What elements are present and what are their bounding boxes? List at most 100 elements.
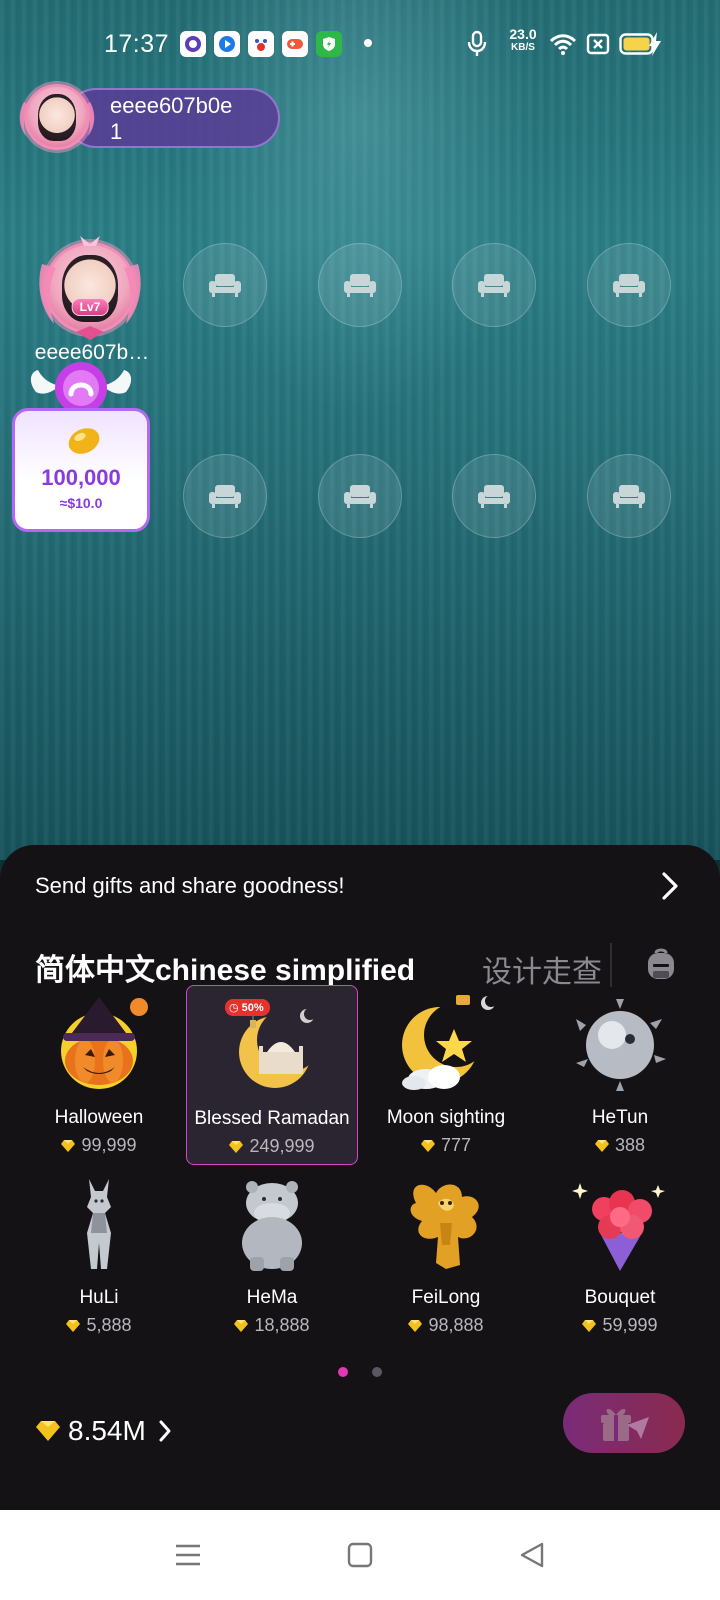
- empty-seat-6[interactable]: [318, 454, 402, 538]
- gift-item-halloween[interactable]: Halloween 99,999: [13, 985, 185, 1165]
- page-dot[interactable]: [372, 1367, 382, 1377]
- tab-divider: [610, 943, 612, 987]
- nav-menu-button[interactable]: [171, 1538, 205, 1572]
- sofa-icon: [344, 485, 376, 508]
- browser-icon: [180, 31, 206, 57]
- promo-text: Send gifts and share goodness!: [35, 873, 345, 898]
- sofa-icon: [613, 274, 645, 297]
- fox-statue-icon: [87, 1179, 111, 1269]
- sofa-icon: [613, 485, 645, 508]
- nav-back-button[interactable]: [515, 1538, 549, 1572]
- gift-price: 59,999: [534, 1315, 706, 1336]
- sale-badge-text: 50%: [241, 1002, 264, 1014]
- diamond-icon: [61, 1140, 76, 1152]
- diamond-icon: [36, 1421, 60, 1441]
- pufferfish-icon: [576, 999, 666, 1091]
- sofa-icon: [478, 274, 510, 297]
- gift-price-value: 59,999: [602, 1315, 658, 1335]
- gift-send-icon: [601, 1408, 649, 1441]
- sofa-icon: [209, 485, 241, 508]
- gift-name: HeTun: [591, 1107, 649, 1128]
- pumpkin-icon: [61, 997, 148, 1089]
- gift-price: 777: [360, 1135, 532, 1156]
- gift-item-moon-sighting[interactable]: Moon sighting 777: [360, 985, 532, 1165]
- host-level-badge: Lv7: [71, 298, 109, 316]
- balance-value: 8.54M: [68, 1415, 146, 1446]
- system-nav-bar: [0, 1510, 720, 1600]
- diamond-icon: [234, 1320, 249, 1332]
- page-dot-active[interactable]: [338, 1367, 348, 1377]
- gift-name: Blessed Ramadan: [194, 1108, 350, 1129]
- page-indicator: [0, 1367, 720, 1379]
- gift-item-bouquet[interactable]: Bouquet 59,999: [534, 1165, 706, 1345]
- diamond-icon: [582, 1320, 597, 1332]
- mic-icon: [467, 30, 487, 56]
- hippo-statue-icon: [242, 1181, 302, 1271]
- charging-icon: [649, 32, 661, 56]
- host-frame-ornament-icon: [39, 236, 141, 340]
- gift-name: Bouquet: [584, 1287, 656, 1308]
- empty-seat-2[interactable]: [318, 243, 402, 327]
- gift-item-feilong[interactable]: FeiLong 98,888: [360, 1165, 532, 1345]
- sofa-icon: [344, 274, 376, 297]
- gift-price: 5,888: [13, 1315, 185, 1336]
- gift-price: 388: [534, 1135, 706, 1156]
- chevron-right-icon: [159, 1420, 171, 1442]
- gift-price-value: 249,999: [249, 1136, 315, 1156]
- gift-price-value: 99,999: [81, 1135, 137, 1155]
- moon-star-icon: [402, 995, 496, 1090]
- balance-button[interactable]: 8.54M: [36, 1411, 172, 1451]
- gift-panel: Send gifts and share goodness! 简体中文chine…: [0, 845, 720, 1513]
- wifi-icon: [549, 34, 577, 55]
- gift-price: 249,999: [187, 1136, 357, 1157]
- send-gift-button[interactable]: [563, 1393, 685, 1453]
- tab-chinese-simplified[interactable]: 简体中文chinese simplified: [35, 945, 415, 989]
- gift-item-hema[interactable]: HeMa 18,888: [186, 1165, 358, 1345]
- security-icon: [316, 31, 342, 57]
- room-owner-chip[interactable]: eeee607b0e 1: [19, 80, 280, 152]
- game-icon: [282, 31, 308, 57]
- player-icon: [214, 31, 240, 57]
- empty-seat-8[interactable]: [587, 454, 671, 538]
- clock-icon: ◷: [229, 1002, 239, 1014]
- gift-name: Moon sighting: [386, 1107, 506, 1128]
- empty-seat-3[interactable]: [452, 243, 536, 327]
- backpack-icon[interactable]: [646, 947, 676, 981]
- home-square-icon: [347, 1542, 373, 1568]
- golden-dragon-icon: [410, 1184, 479, 1269]
- owner-name-line1: eeee607b0e: [110, 93, 233, 118]
- empty-seat-5[interactable]: [183, 454, 267, 538]
- empty-seat-4[interactable]: [587, 243, 671, 327]
- back-triangle-icon: [520, 1542, 544, 1568]
- status-time: 17:37: [104, 30, 170, 58]
- empty-seat-7[interactable]: [452, 454, 536, 538]
- gift-price-value: 777: [440, 1135, 472, 1155]
- promo-banner[interactable]: Send gifts and share goodness!: [0, 845, 720, 925]
- gift-bottom-bar: 8.54M: [0, 1393, 720, 1503]
- status-bar: 17:37 23.0 KB/S: [0, 0, 720, 88]
- gift-price: 18,888: [186, 1315, 358, 1336]
- gift-item-hetun[interactable]: HeTun 388: [534, 985, 706, 1165]
- host-seat[interactable]: Lv7: [36, 234, 144, 342]
- baidu-icon: [248, 31, 274, 57]
- sofa-icon: [209, 274, 241, 297]
- menu-icon: [176, 1544, 200, 1566]
- lucky-coin-card[interactable]: 100,000 ≈$10.0: [12, 408, 150, 532]
- gift-price-value: 5,888: [86, 1315, 132, 1335]
- lucky-coin-amount: 100,000: [41, 465, 121, 490]
- gift-name: Halloween: [54, 1107, 144, 1128]
- sofa-icon: [478, 485, 510, 508]
- gift-item-huli[interactable]: HuLi 5,888: [13, 1165, 185, 1345]
- no-sim-icon: [586, 33, 610, 55]
- sale-badge: ◷ 50%: [225, 999, 270, 1016]
- diamond-icon: [408, 1320, 423, 1332]
- rose-bouquet-icon: [572, 1183, 665, 1271]
- empty-seat-1[interactable]: [183, 243, 267, 327]
- nav-home-button[interactable]: [343, 1538, 377, 1572]
- network-speed: 23.0 KB/S: [503, 27, 543, 54]
- gift-item-blessed-ramadan[interactable]: ◷ 50% Blessed Ramadan 249,999: [186, 985, 358, 1165]
- diamond-icon: [420, 1140, 435, 1152]
- diamond-icon: [594, 1140, 609, 1152]
- owner-frame-wings-icon: [19, 102, 95, 136]
- gift-price-value: 18,888: [254, 1315, 310, 1335]
